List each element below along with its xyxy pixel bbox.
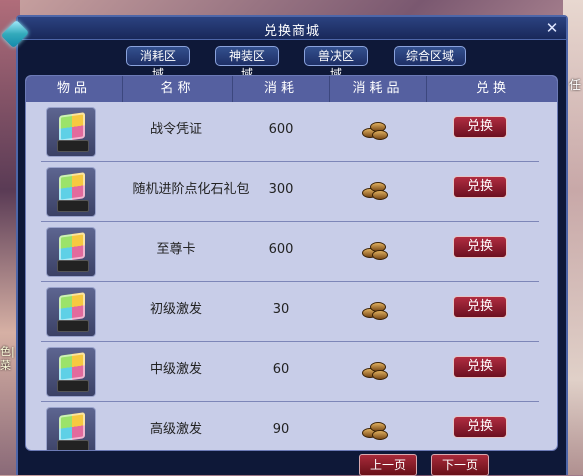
coin-pile-icon	[358, 418, 388, 440]
redeem-button[interactable]: 兑换	[453, 176, 507, 198]
item-name: 至尊卡	[156, 242, 196, 257]
close-button[interactable]: ✕	[544, 20, 560, 36]
region-tabs: 消耗区域 神装区域 兽决区域 综合区域	[18, 46, 566, 81]
item-cost: 300	[268, 182, 294, 197]
coin-pile-icon	[358, 358, 388, 380]
redeem-button[interactable]: 兑换	[453, 116, 507, 138]
table-header: 物品 名称 消耗 消耗品 兑换	[26, 76, 557, 102]
item-slot[interactable]	[46, 287, 96, 337]
item-name: 战令凭证	[149, 122, 202, 137]
rainbow-cube-icon	[59, 292, 85, 322]
item-cost: 90	[272, 422, 290, 437]
background-right-text: 任	[569, 78, 582, 92]
table-row: 高级激发 90 兑换	[41, 402, 539, 450]
tab-beast-skills[interactable]: 兽决区域	[304, 46, 368, 81]
item-name: 中级激发	[149, 362, 202, 377]
background-left-text: 色|菜	[0, 345, 15, 372]
cube-base	[57, 200, 89, 212]
item-table: 物品 名称 消耗 消耗品 兑换 战令凭证 600 兑换 随机进阶点化石礼包 30…	[25, 75, 558, 451]
rainbow-cube-icon	[59, 232, 85, 262]
redeem-button[interactable]: 兑换	[453, 236, 507, 258]
coin-pile-icon	[358, 118, 388, 140]
item-cost: 600	[268, 122, 294, 137]
item-cost: 30	[272, 302, 290, 317]
rainbow-cube-icon	[59, 352, 85, 382]
table-row: 初级激发 30 兑换	[41, 282, 539, 342]
rainbow-cube-icon	[59, 112, 85, 142]
item-name: 高级激发	[149, 422, 202, 437]
coin-pile-icon	[358, 298, 388, 320]
item-slot[interactable]	[46, 167, 96, 217]
coin-pile-icon	[358, 178, 388, 200]
window-title: 兑换商城	[263, 24, 320, 39]
rainbow-cube-icon	[59, 412, 85, 442]
redeem-button[interactable]: 兑换	[453, 296, 507, 318]
column-cost: 消耗	[233, 76, 330, 102]
prev-page-button[interactable]: 上一页	[359, 454, 417, 476]
cube-base	[57, 260, 89, 272]
column-currency: 消耗品	[330, 76, 427, 102]
rainbow-cube-icon	[59, 172, 85, 202]
item-slot[interactable]	[46, 107, 96, 157]
cube-base	[57, 140, 89, 152]
item-slot[interactable]	[46, 407, 96, 450]
table-row: 中级激发 60 兑换	[41, 342, 539, 402]
cube-base	[57, 320, 89, 332]
item-cost: 60	[272, 362, 290, 377]
column-name: 名称	[123, 76, 233, 102]
table-row: 战令凭证 600 兑换	[41, 102, 539, 162]
column-exchange: 兑换	[475, 81, 510, 96]
item-name: 随机进阶点化石礼包	[132, 182, 250, 197]
coin-pile-icon	[358, 238, 388, 260]
table-row: 随机进阶点化石礼包 300 兑换	[41, 162, 539, 222]
item-name: 初级激发	[149, 302, 202, 317]
redeem-button[interactable]: 兑换	[453, 356, 507, 378]
column-item: 物品	[26, 76, 123, 102]
item-cost: 600	[268, 242, 294, 257]
next-page-button[interactable]: 下一页	[431, 454, 489, 476]
tab-general[interactable]: 综合区域	[394, 46, 466, 66]
cube-base	[57, 380, 89, 392]
redeem-button[interactable]: 兑换	[453, 416, 507, 438]
exchange-shop-window: 兑换商城 ✕ 消耗区域 神装区域 兽决区域 综合区域 物品 名称 消耗 消耗品 …	[0, 15, 568, 476]
title-bar[interactable]: 兑换商城 ✕	[18, 17, 566, 40]
item-slot[interactable]	[46, 227, 96, 277]
tab-consumables[interactable]: 消耗区域	[126, 46, 190, 81]
tab-divine-gear[interactable]: 神装区域	[215, 46, 279, 81]
item-slot[interactable]	[46, 347, 96, 397]
cube-base	[57, 440, 89, 450]
table-row: 至尊卡 600 兑换	[41, 222, 539, 282]
